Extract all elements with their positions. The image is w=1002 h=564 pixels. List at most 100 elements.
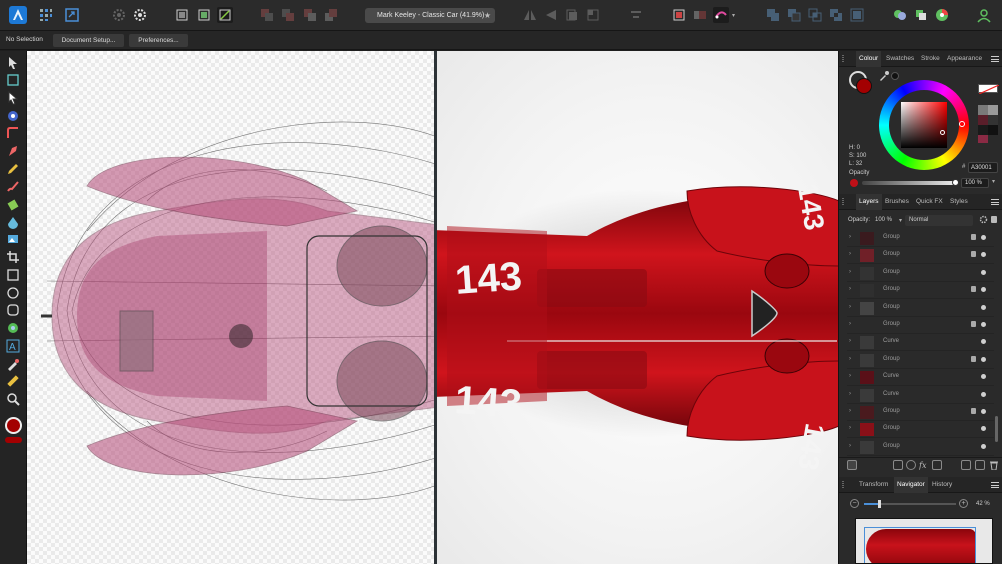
ruler-tool-icon[interactable] [6,374,20,388]
expand-chevron-icon[interactable]: › [849,321,851,327]
artboard-tool-icon[interactable] [6,73,20,87]
layer-mask-icon[interactable] [847,460,857,470]
expand-chevron-icon[interactable]: › [849,443,851,449]
tab-quick-fx[interactable]: Quick FX [916,194,943,210]
arrange-backward-icon[interactable] [280,7,296,23]
snapping-icon[interactable] [217,7,233,23]
visibility-icon[interactable] [981,409,986,414]
lock-icon[interactable] [971,251,976,258]
expand-chevron-icon[interactable]: › [849,286,851,292]
studio-chat-icon[interactable] [892,7,908,23]
layer-opacity-value[interactable]: 100 % [875,217,892,223]
zoom-out-icon[interactable]: − [850,499,859,508]
visibility-icon[interactable] [981,426,986,432]
insert-target-icon[interactable] [671,7,687,23]
shape-tools-icon[interactable] [6,321,20,335]
trash-icon[interactable] [989,460,999,471]
layer-row[interactable]: › Group [847,439,994,456]
layer-row[interactable]: › Curve [847,334,994,352]
lock-icon[interactable] [971,355,976,362]
lock-icon[interactable] [971,408,976,414]
document-canvas[interactable]: 143 143 143 143 [27,51,838,564]
place-image-tool-icon[interactable] [6,232,20,246]
pixel-persona-icon[interactable] [38,7,54,23]
tab-colour[interactable]: Colour [856,51,882,67]
opacity-slider-thumb[interactable] [952,179,959,186]
boolean-add-icon[interactable] [765,7,781,23]
point-transform-tool-icon[interactable] [6,109,20,123]
visibility-icon[interactable] [981,443,986,449]
panel-grip-icon[interactable] [842,198,844,206]
car-artwork[interactable]: 143 143 143 143 [27,51,838,564]
text-tool-icon[interactable]: A [6,339,20,353]
zoom-slider[interactable] [864,500,956,508]
layer-row[interactable]: › Group [847,352,994,369]
panel-grip-icon[interactable] [842,55,844,63]
eyedropper-icon[interactable] [879,71,889,81]
zoom-in-icon[interactable]: + [959,499,968,508]
layer-opacity-dropdown-icon[interactable]: ▾ [899,217,902,224]
visibility-icon[interactable] [981,235,986,240]
rotate-left-icon[interactable] [564,7,580,23]
add-pixel-layer-icon[interactable] [932,460,942,470]
fill-stroke-selector[interactable] [849,71,875,97]
expand-chevron-icon[interactable]: › [849,425,851,431]
zoom-tool-icon[interactable] [6,392,20,406]
expand-chevron-icon[interactable]: › [849,234,851,240]
visibility-icon[interactable] [981,304,986,310]
fx-icon[interactable]: fx [918,460,929,470]
rounded-rectangle-tool-icon[interactable] [6,303,20,317]
expand-chevron-icon[interactable]: › [849,338,851,344]
lock-icon[interactable] [971,286,976,293]
snap-bounds-icon[interactable] [174,7,190,23]
tab-layers[interactable]: Layers [856,194,882,210]
visibility-icon[interactable] [981,269,986,275]
tab-swatches[interactable]: Swatches [886,51,914,67]
arrange-forward-icon[interactable] [302,7,318,23]
expand-chevron-icon[interactable]: › [849,408,851,414]
layer-row[interactable]: › Group [847,282,994,300]
tab-history[interactable]: History [932,477,952,493]
preferences-button[interactable]: Preferences... [129,34,188,47]
geometry-icon[interactable] [713,7,729,23]
visibility-icon[interactable] [981,252,986,258]
navigator-panel-menu-icon[interactable] [991,482,999,488]
hue-handle[interactable] [959,121,965,127]
fill-tool-icon[interactable] [6,197,20,211]
flip-vertical-icon[interactable] [543,7,559,23]
tab-transform[interactable]: Transform [859,477,888,493]
rectangle-tool-icon[interactable] [6,268,20,282]
document-title-tab[interactable]: Mark Keeley - Classic Car (41.9%) ★ [365,8,495,23]
recent-swatches[interactable] [978,105,998,143]
boolean-intersect-icon[interactable] [807,7,823,23]
layer-row[interactable]: › Group [847,300,994,317]
pencil-tool-icon[interactable] [6,162,20,176]
opacity-input[interactable]: 100 % [961,178,989,188]
black-swatch[interactable] [891,72,899,80]
lock-icon[interactable] [971,321,976,327]
visibility-icon[interactable] [981,339,986,345]
layer-lock-icon[interactable] [991,216,997,223]
layer-row[interactable]: › Group [847,404,994,421]
arrange-front-icon[interactable] [323,7,339,23]
boolean-icon[interactable] [692,7,708,23]
node-tool-icon[interactable] [6,90,20,105]
fill-colour-swatch[interactable] [5,417,22,434]
arrange-back-icon[interactable] [259,7,275,23]
document-setup-button[interactable]: Document Setup... [53,34,124,47]
move-tool-icon[interactable] [6,56,20,70]
colour-picker-handle[interactable] [940,130,945,135]
visibility-icon[interactable] [981,287,986,293]
stroke-colour-swatch[interactable] [5,437,22,443]
tab-navigator[interactable]: Navigator [894,477,928,493]
assistant-gear-icon[interactable] [132,7,148,23]
layer-row[interactable]: › Group [847,421,994,439]
tab-styles[interactable]: Styles [950,194,968,210]
pen-tool-icon[interactable] [6,144,20,158]
expand-chevron-icon[interactable]: › [849,373,851,379]
visibility-icon[interactable] [981,374,986,380]
navigator-preview[interactable] [855,518,993,564]
no-colour-swatch[interactable] [978,84,1000,95]
expand-chevron-icon[interactable]: › [849,391,851,397]
corner-tool-icon[interactable] [6,126,20,140]
